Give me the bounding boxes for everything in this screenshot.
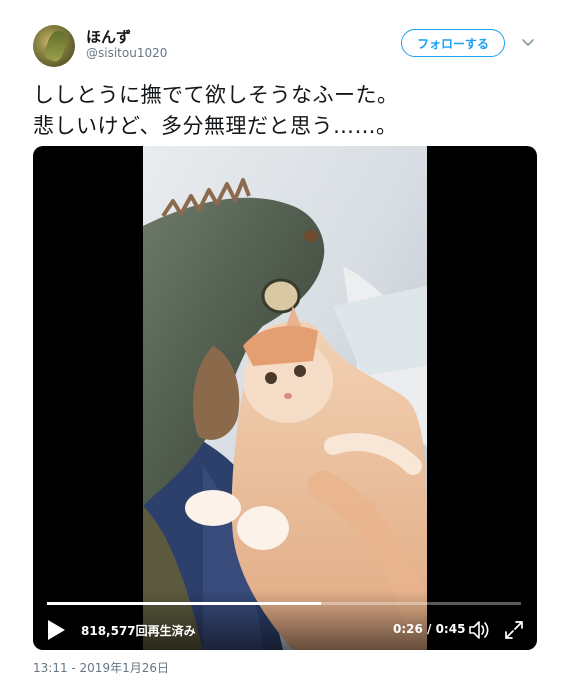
video-frame[interactable] bbox=[143, 146, 427, 650]
video-player[interactable]: 818,577回再生済み 0:26 / 0:45 bbox=[33, 146, 537, 650]
user-handle[interactable]: @sisitou1020 bbox=[86, 46, 167, 60]
tweet-header: ほんず @sisitou1020 フォローする bbox=[33, 22, 543, 72]
follow-button[interactable]: フォローする bbox=[401, 29, 505, 57]
fullscreen-icon[interactable] bbox=[503, 619, 525, 641]
video-controls: 818,577回再生済み 0:26 / 0:45 bbox=[33, 590, 537, 650]
video-time: 0:26 / 0:45 bbox=[393, 622, 466, 636]
volume-icon[interactable] bbox=[467, 618, 491, 642]
video-thumbnail-image bbox=[143, 146, 427, 650]
display-name[interactable]: ほんず bbox=[86, 26, 131, 47]
tweet-text: ししとうに撫でて欲しそうなふーた。 悲しいけど、多分無理だと思う……。 bbox=[33, 83, 399, 138]
tweet-timestamp[interactable]: 13:11 - 2019年1月26日 bbox=[33, 659, 169, 676]
progress-bar[interactable] bbox=[47, 602, 521, 605]
chevron-down-icon[interactable] bbox=[520, 34, 536, 50]
view-count: 818,577回再生済み bbox=[81, 624, 196, 638]
avatar[interactable] bbox=[33, 25, 75, 67]
progress-fill bbox=[47, 602, 321, 605]
play-icon[interactable] bbox=[46, 619, 66, 641]
